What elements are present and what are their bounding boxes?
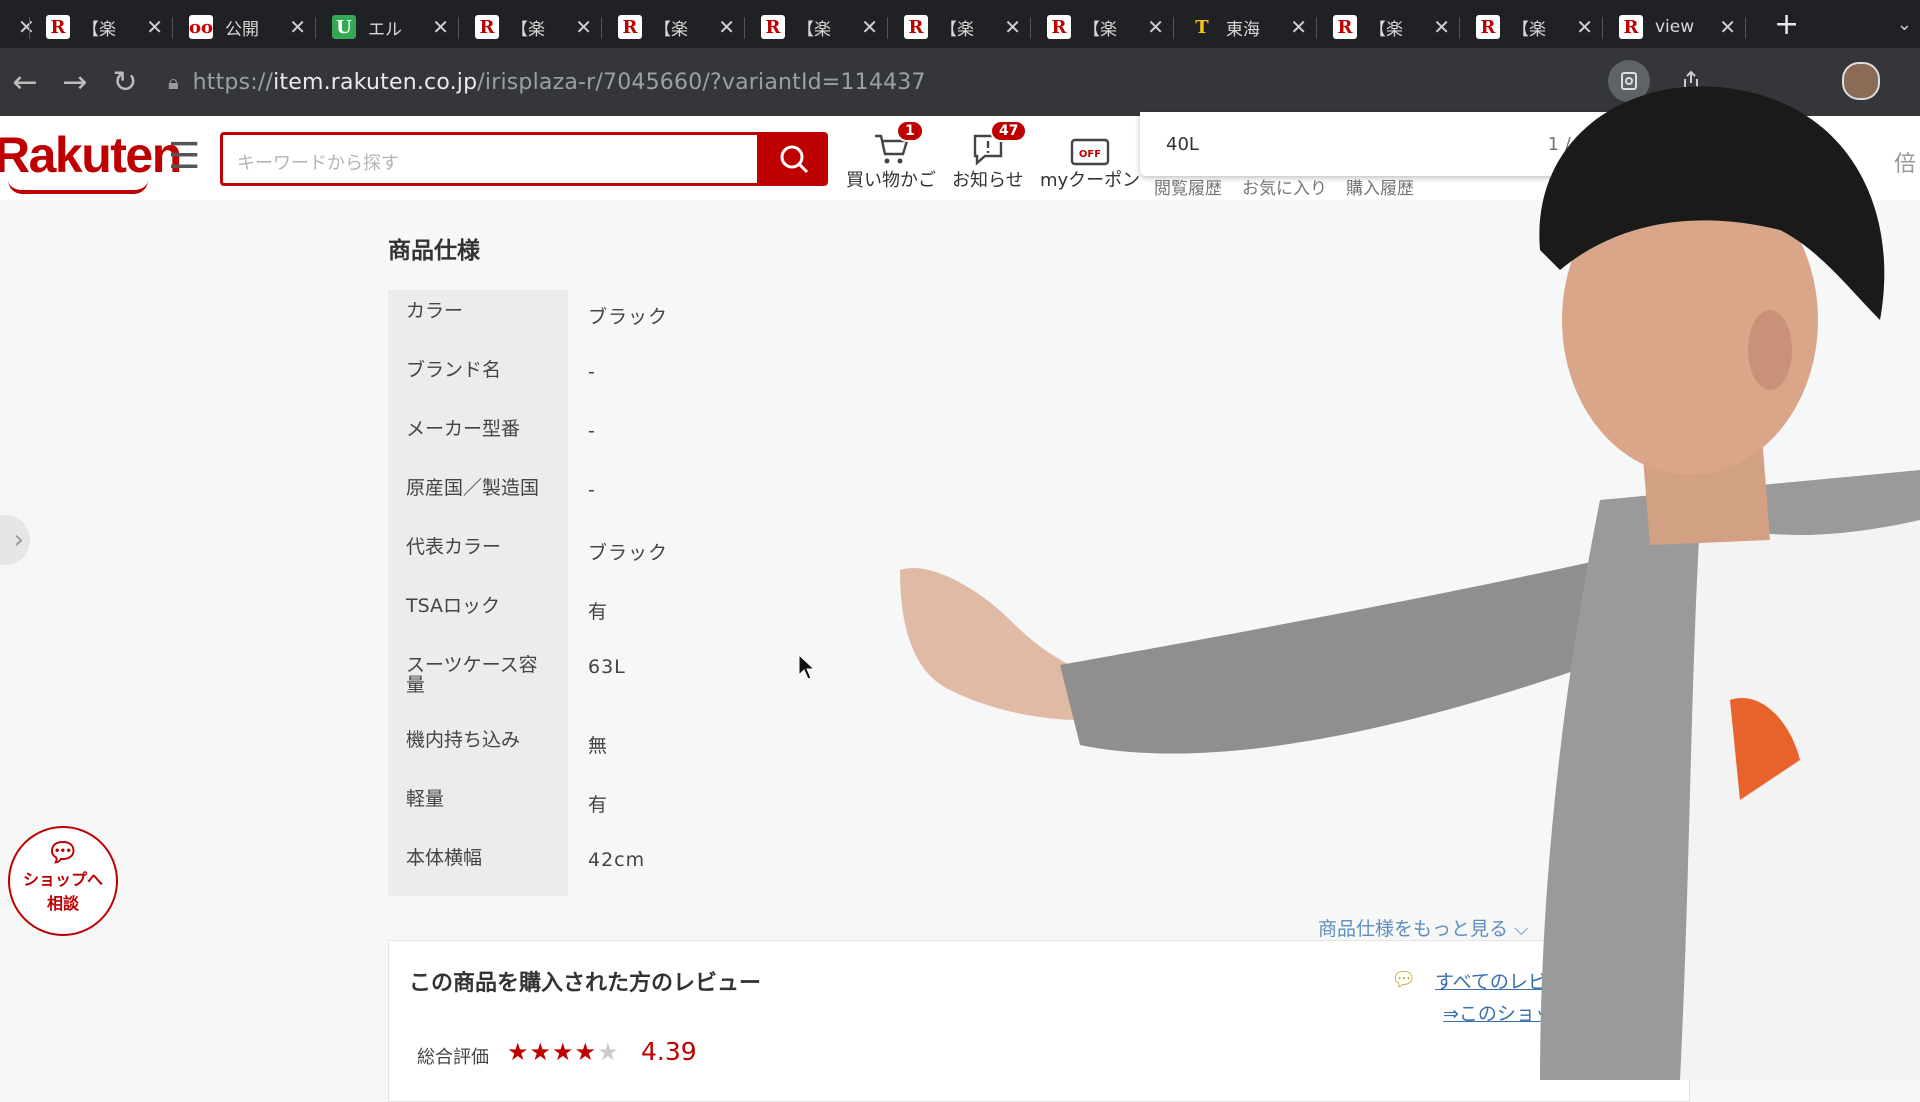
presenter-person: [900, 86, 1920, 1080]
